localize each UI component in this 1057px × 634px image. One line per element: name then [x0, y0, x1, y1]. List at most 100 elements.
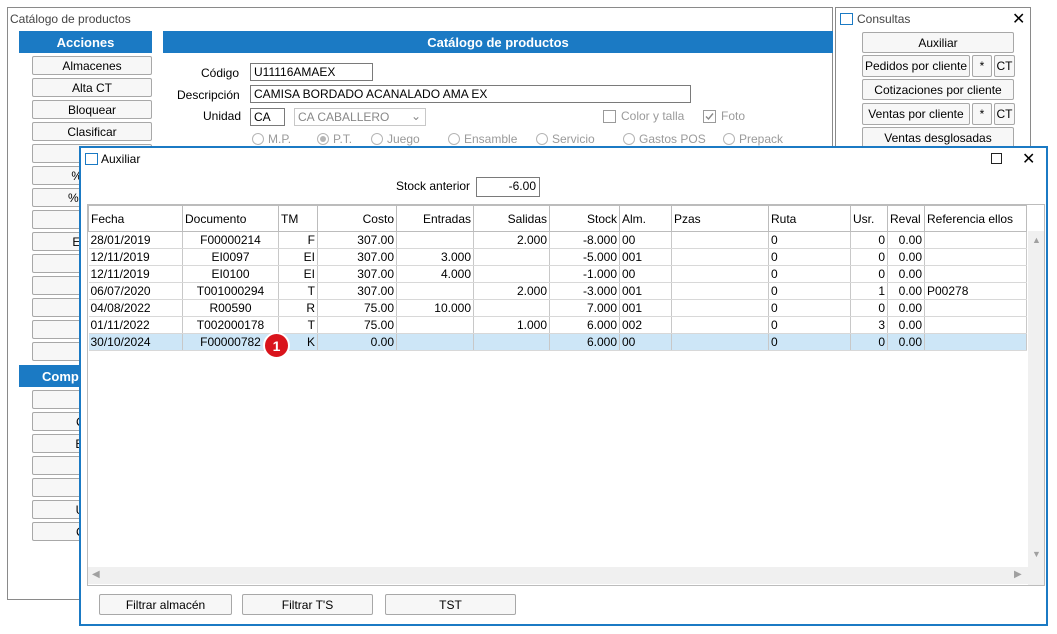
scroll-right-icon[interactable]: ▶ — [1014, 569, 1022, 580]
table-row[interactable]: 28/01/2019 F00000214 F 307.00 2.000 -8.000 00 0… — [88, 231, 1027, 249]
radio-ensamble[interactable]: Ensamble — [448, 132, 517, 146]
table-row[interactable]: 01/11/2022 T002000178 T 75.00 1.000 6.000 002 0… — [88, 316, 1027, 334]
cell-costo: 75.00 — [317, 299, 397, 317]
cell-stock: -3.000 — [549, 282, 620, 300]
cell-entradas — [396, 316, 474, 334]
cell-salidas — [473, 299, 550, 317]
cell-ref — [924, 316, 1027, 334]
cell-entradas — [396, 231, 474, 249]
col-fecha[interactable]: Fecha — [88, 205, 183, 232]
color-talla-checkbox[interactable]: Color y talla — [603, 109, 684, 123]
radio-gastos-pos[interactable]: Gastos POS — [623, 132, 706, 146]
col-salidas[interactable]: Salidas — [473, 205, 550, 232]
unidad-field[interactable]: CA — [250, 108, 285, 126]
table-header: Fecha Documento TM Costo Entradas Salida… — [88, 205, 1027, 232]
col-ruta[interactable]: Ruta — [768, 205, 851, 232]
close-icon[interactable]: ✕ — [1012, 9, 1025, 29]
table-row[interactable]: 30/10/2024 F00000782 K 0.00 6.000 00 0 0 0.00 — [88, 333, 1027, 351]
tst-button[interactable]: TST — [385, 594, 516, 615]
cell-documento: T002000178 — [182, 316, 279, 334]
cell-ruta: 0 — [768, 316, 851, 334]
cell-usr: 0 — [850, 265, 888, 283]
ventas-desglosadas-button[interactable]: Ventas desglosadas — [862, 127, 1014, 148]
col-documento[interactable]: Documento — [182, 205, 279, 232]
col-pzas[interactable]: Pzas — [671, 205, 769, 232]
vertical-scrollbar[interactable]: ▲ ▼ — [1028, 231, 1044, 585]
cell-fecha: 12/11/2019 — [88, 265, 183, 283]
cell-documento: R00590 — [182, 299, 279, 317]
side-action-button[interactable]: Alta CT — [32, 78, 152, 97]
cell-usr: 0 — [850, 248, 888, 266]
descripcion-label: Descripción — [177, 88, 240, 102]
cell-stock: 6.000 — [549, 316, 620, 334]
col-costo[interactable]: Costo — [317, 205, 397, 232]
table-row[interactable]: 06/07/2020 T001000294 T 307.00 2.000 -3.000 00… — [88, 282, 1027, 300]
descripcion-field[interactable]: CAMISA BORDADO ACANALADO AMA EX — [250, 85, 691, 103]
filtrar-ts-button[interactable]: Filtrar T'S — [242, 594, 373, 615]
unidad-select[interactable]: CA CABALLERO ⌄ — [294, 108, 426, 126]
cell-reval: 0.00 — [887, 231, 925, 249]
radio-icon — [252, 133, 264, 145]
window-icon — [85, 153, 98, 165]
horizontal-scrollbar[interactable]: ◀ ▶ — [88, 567, 1028, 584]
cell-alm: 00 — [619, 265, 672, 283]
ventas-button[interactable]: Ventas por cliente — [862, 103, 970, 125]
cell-fecha: 01/11/2022 — [88, 316, 183, 334]
stock-anterior-field[interactable]: -6.00 — [476, 177, 540, 197]
catalog-header: Catálogo de productos — [163, 31, 833, 53]
scroll-left-icon[interactable]: ◀ — [92, 569, 100, 580]
pedidos-ct-button[interactable]: CT — [994, 55, 1015, 77]
col-alm[interactable]: Alm. — [619, 205, 672, 232]
close-icon[interactable]: ✕ — [1022, 149, 1035, 169]
pedidos-star-button[interactable]: * — [972, 55, 992, 77]
radio-mp[interactable]: M.P. — [252, 132, 291, 146]
col-tm[interactable]: TM — [278, 205, 318, 232]
radio-pt[interactable]: P.T. — [317, 132, 352, 146]
cell-reval: 0.00 — [887, 265, 925, 283]
radio-icon — [623, 133, 635, 145]
col-usr[interactable]: Usr. — [850, 205, 888, 232]
auxiliar-button[interactable]: Auxiliar — [862, 32, 1014, 53]
cell-documento: T001000294 — [182, 282, 279, 300]
radio-juego[interactable]: Juego — [371, 132, 420, 146]
side-action-button[interactable]: Almacenes — [32, 56, 152, 75]
radio-label: Ensamble — [464, 132, 518, 146]
col-reval[interactable]: Reval — [887, 205, 925, 232]
col-entradas[interactable]: Entradas — [396, 205, 474, 232]
table-row[interactable]: 12/11/2019 EI0097 EI 307.00 3.000 -5.000 001 0 0… — [88, 248, 1027, 266]
table-row[interactable]: 04/08/2022 R00590 R 75.00 10.000 7.000 001 0 0 0.… — [88, 299, 1027, 317]
table-row[interactable]: 12/11/2019 EI0100 EI 307.00 4.000 -1.000 00 0 0 0… — [88, 265, 1027, 283]
color-talla-label: Color y talla — [621, 109, 685, 123]
window-icon — [840, 13, 853, 25]
radio-servicio[interactable]: Servicio — [536, 132, 595, 146]
filtrar-almacen-button[interactable]: Filtrar almacén — [99, 594, 232, 615]
cell-stock: 6.000 — [549, 333, 620, 351]
checkbox-icon — [603, 109, 616, 123]
radio-prepack[interactable]: Prepack — [723, 132, 783, 146]
foto-checkbox[interactable]: Foto — [703, 109, 745, 123]
cell-ref — [924, 265, 1027, 283]
cell-fecha: 06/07/2020 — [88, 282, 183, 300]
col-stock[interactable]: Stock — [549, 205, 620, 232]
scroll-down-icon[interactable]: ▼ — [1032, 549, 1041, 559]
side-action-button[interactable]: Clasificar — [32, 122, 152, 141]
cell-pzas — [671, 248, 769, 266]
codigo-field[interactable]: U11116AMAEX — [250, 63, 373, 81]
maximize-icon[interactable] — [991, 153, 1002, 164]
cell-tm: EI — [278, 248, 318, 266]
auxiliar-title: Auxiliar — [101, 152, 141, 166]
ventas-ct-button[interactable]: CT — [994, 103, 1015, 125]
cell-costo: 307.00 — [317, 265, 397, 283]
cell-entradas — [396, 333, 474, 351]
side-action-button[interactable]: Bloquear — [32, 100, 152, 119]
ventas-star-button[interactable]: * — [972, 103, 992, 125]
cotizaciones-button[interactable]: Cotizaciones por cliente — [862, 79, 1014, 100]
cell-stock: 7.000 — [549, 299, 620, 317]
radio-icon — [536, 133, 548, 145]
pedidos-button[interactable]: Pedidos por cliente — [862, 55, 970, 77]
scroll-up-icon[interactable]: ▲ — [1032, 235, 1041, 245]
cell-alm: 001 — [619, 248, 672, 266]
col-referencia[interactable]: Referencia ellos — [924, 205, 1027, 232]
step-marker: 1 — [263, 332, 290, 359]
movements-grid: Fecha Documento TM Costo Entradas Salida… — [87, 204, 1045, 586]
